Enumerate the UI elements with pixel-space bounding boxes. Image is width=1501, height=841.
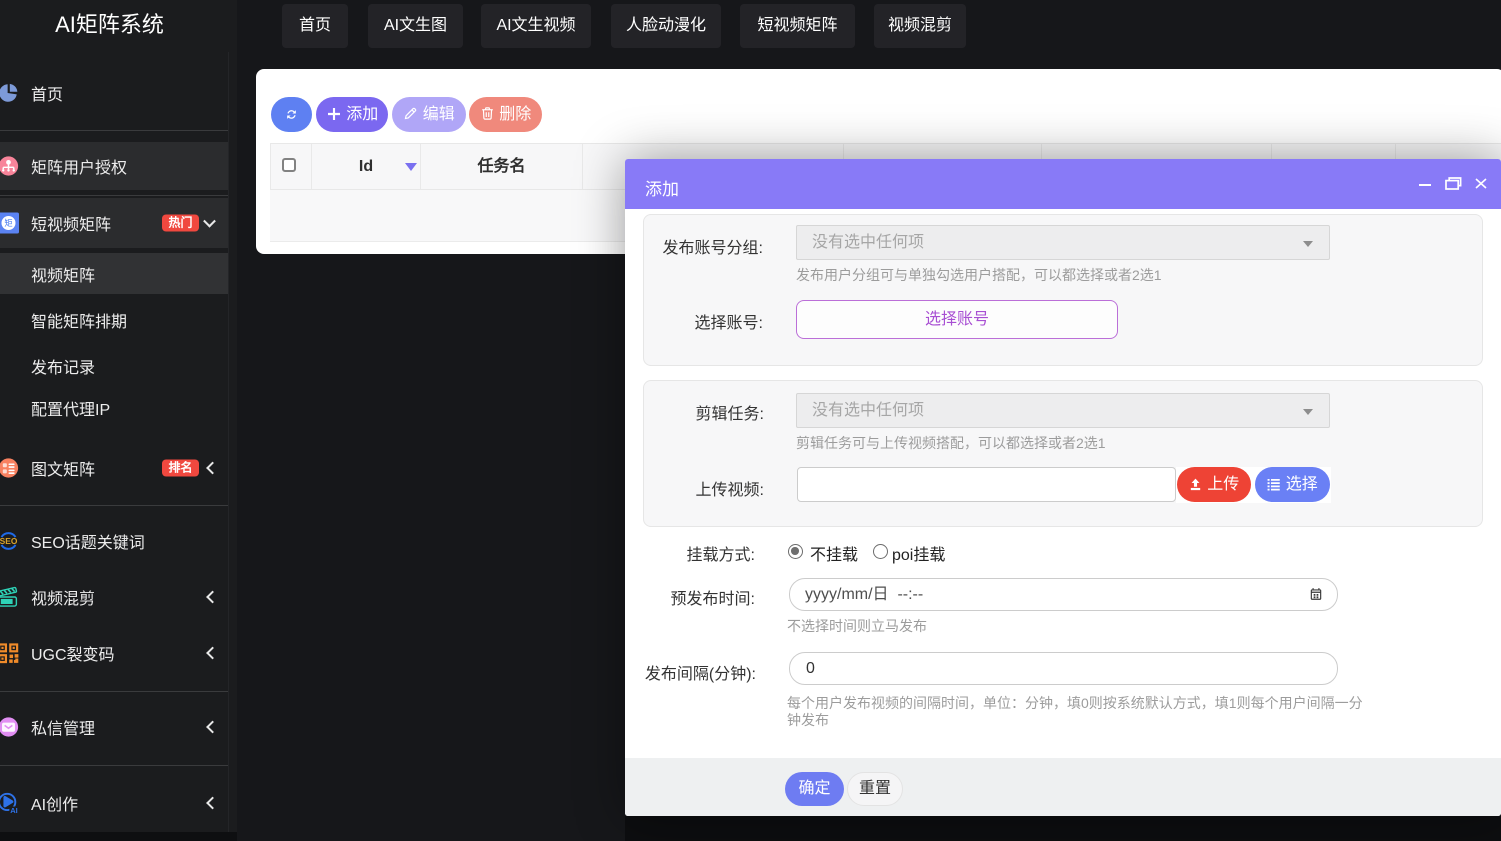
- svg-text:SEO: SEO: [0, 536, 18, 546]
- svg-text:矩: 矩: [4, 218, 12, 228]
- svg-text:AI: AI: [10, 806, 18, 814]
